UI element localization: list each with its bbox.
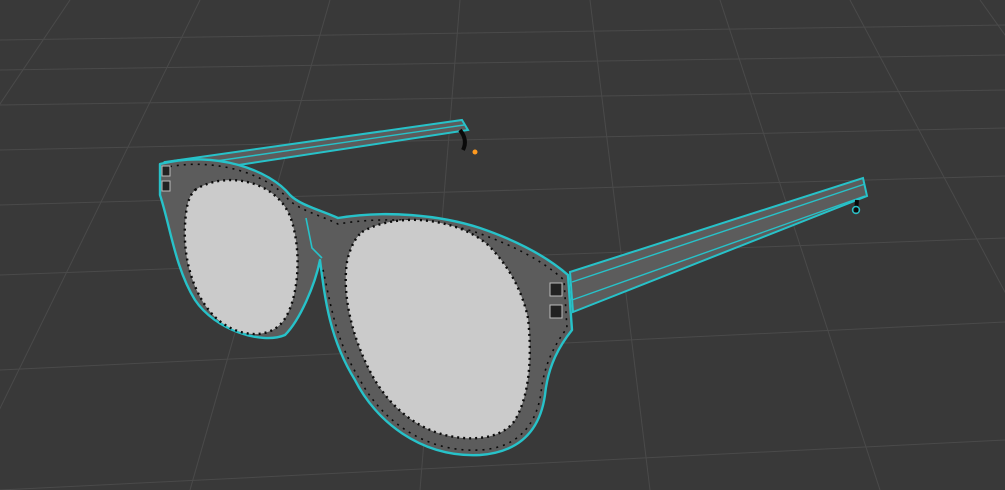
object-origin-dot — [472, 149, 478, 155]
lens-left — [183, 178, 299, 336]
3d-viewport[interactable] — [0, 0, 1005, 490]
viewport-canvas[interactable] — [0, 0, 1005, 490]
